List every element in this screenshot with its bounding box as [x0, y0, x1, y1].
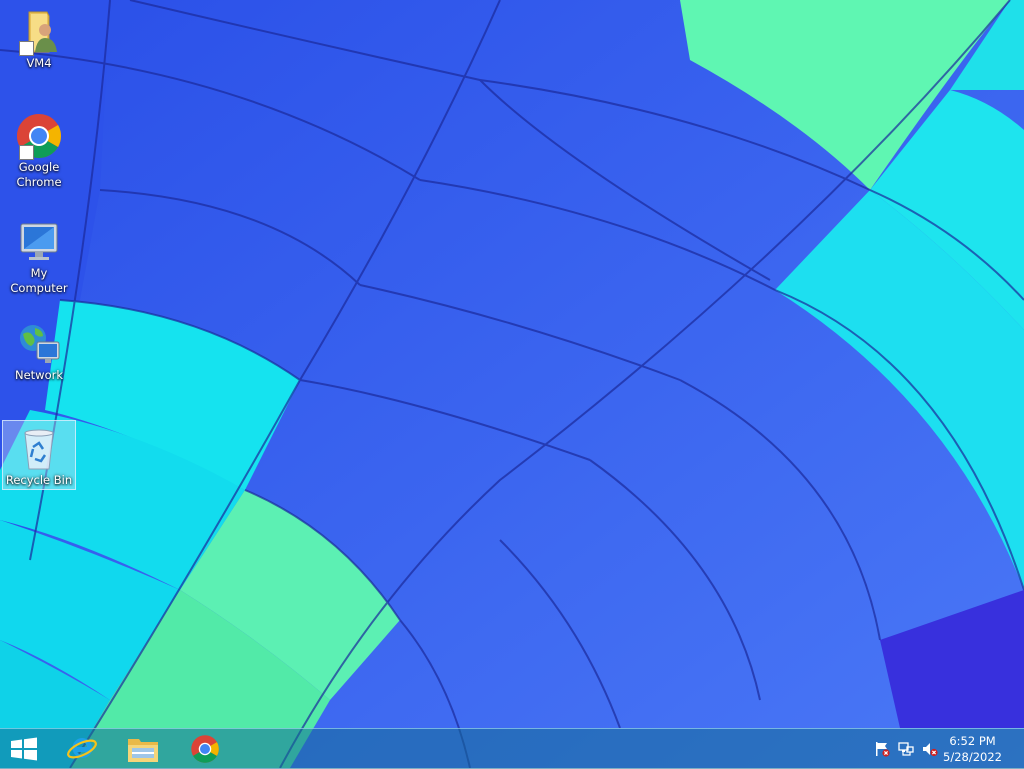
- file-explorer-icon: [128, 739, 158, 762]
- chrome-icon: [15, 112, 63, 160]
- desktop-icon-label: Recycle Bin: [5, 473, 73, 487]
- chrome-icon: [191, 735, 219, 763]
- taskbar: 6:52 PM 5/28/2022: [0, 728, 1024, 769]
- user-folder-icon: [15, 8, 63, 56]
- desktop-icon-label: VM4: [26, 56, 52, 70]
- shortcut-arrow-icon: [19, 41, 34, 56]
- start-button[interactable]: [0, 729, 48, 769]
- clock-time: 6:52 PM: [949, 734, 996, 748]
- taskbar-clock[interactable]: 6:52 PM 5/28/2022: [943, 733, 1002, 765]
- desktop-icon-google-chrome[interactable]: Google Chrome: [2, 108, 76, 194]
- desktop-icon-vm4[interactable]: VM4: [2, 4, 76, 76]
- taskbar-internet-explorer[interactable]: [52, 729, 114, 769]
- desktop-icon-my-computer[interactable]: My Computer: [2, 214, 76, 295]
- taskbar-file-explorer[interactable]: [112, 729, 174, 769]
- volume-muted-icon[interactable]: [922, 741, 938, 757]
- action-center-flag-icon[interactable]: [874, 741, 890, 757]
- computer-icon: [15, 218, 63, 266]
- clock-date: 5/28/2022: [943, 750, 1002, 764]
- wallpaper: [0, 0, 1024, 768]
- desktop-icon-label: Network: [14, 368, 64, 382]
- desktop-icon-label: My Computer: [10, 266, 68, 295]
- recycle-bin-icon: [15, 425, 63, 473]
- taskbar-chrome[interactable]: [174, 729, 236, 769]
- desktop-icon-recycle-bin[interactable]: Recycle Bin: [2, 420, 76, 490]
- desktop-icon-network[interactable]: Network: [2, 316, 76, 388]
- network-icon: [15, 320, 63, 368]
- network-status-icon[interactable]: [898, 741, 914, 757]
- internet-explorer-icon: [67, 737, 97, 759]
- shortcut-arrow-icon: [19, 145, 34, 160]
- desktop-icon-label: Google Chrome: [16, 160, 62, 189]
- start-windows-logo-icon: [11, 737, 37, 761]
